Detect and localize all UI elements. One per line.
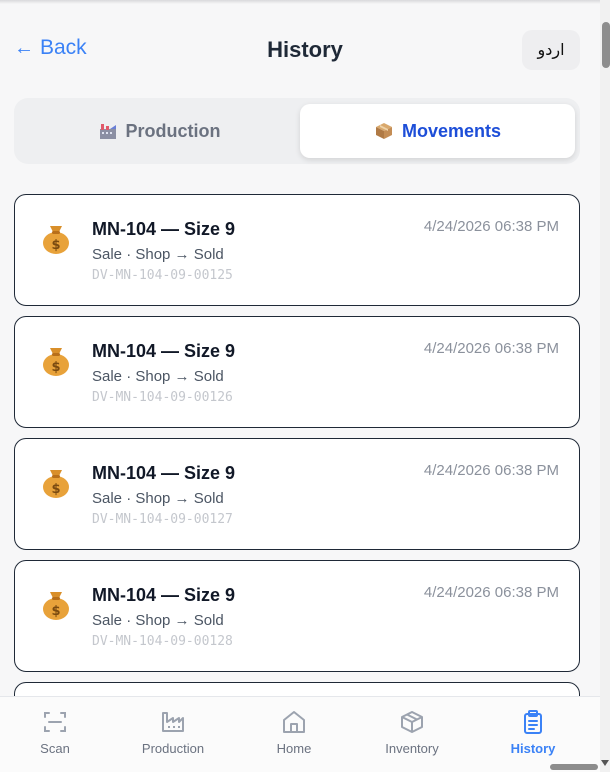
movement-card[interactable]: $ MN-104 — Size 9 Sale · Shop → Sold DV-… [14, 560, 580, 672]
svg-text:$: $ [51, 604, 60, 619]
vertical-scrollbar[interactable] [600, 0, 610, 772]
movement-title: MN-104 — Size 9 [92, 341, 236, 361]
package-icon [375, 123, 392, 139]
bottom-navigation: Scan Production Home Inventory History [0, 696, 600, 772]
money-bag-icon: $ [43, 470, 69, 498]
tab-movements-label: Movements [401, 120, 502, 141]
nav-home-label: Home [276, 741, 312, 756]
movement-time: 4/24/2026 06:38 PM [423, 584, 559, 601]
tab-movements[interactable]: Movements [300, 104, 575, 158]
history-segmented-control: Production Movements [14, 98, 580, 164]
movement-code: DV-MN-104-09-00127 [92, 512, 233, 527]
money-bag-icon: $ [43, 592, 69, 620]
page-title: History [267, 37, 343, 62]
nav-history[interactable]: History [478, 709, 588, 756]
scrollbar-thumb[interactable] [602, 22, 610, 68]
movement-title: MN-104 — Size 9 [92, 585, 236, 605]
nav-scan[interactable]: Scan [0, 709, 110, 756]
movement-time: 4/24/2026 06:38 PM [423, 218, 559, 235]
scroll-down-arrow-icon[interactable] [601, 760, 609, 766]
movement-code: DV-MN-104-09-00128 [92, 634, 233, 649]
scan-icon [44, 712, 66, 732]
nav-history-label: History [510, 741, 556, 756]
nav-home[interactable]: Home [239, 709, 349, 756]
home-icon [283, 711, 305, 733]
movement-title: MN-104 — Size 9 [92, 219, 236, 239]
factory-icon [162, 712, 184, 732]
movement-title: MN-104 — Size 9 [92, 463, 236, 483]
svg-text:$: $ [51, 238, 60, 253]
movement-detail: Sale · Shop → Sold [92, 246, 224, 263]
movement-card[interactable]: $ MN-104 — Size 9 Sale · Shop → Sold DV-… [14, 438, 580, 550]
top-edge [0, 0, 600, 4]
tab-production-label: Production [125, 120, 221, 141]
svg-text:$: $ [51, 482, 60, 497]
nav-inventory-label: Inventory [385, 741, 439, 756]
nav-scan-label: Scan [40, 741, 70, 756]
movement-detail: Sale · Shop → Sold [92, 368, 224, 385]
nav-production[interactable]: Production [118, 709, 228, 756]
clipboard-icon [524, 710, 542, 734]
nav-production-label: Production [141, 741, 205, 756]
movement-detail: Sale · Shop → Sold [92, 612, 224, 629]
factory-icon [99, 124, 116, 139]
box-icon [401, 711, 423, 733]
movement-detail: Sale · Shop → Sold [92, 490, 224, 507]
tab-production[interactable]: Production [20, 104, 298, 158]
money-bag-icon: $ [43, 226, 69, 254]
movements-list: $ MN-104 — Size 9 Sale · Shop → Sold DV-… [14, 194, 580, 698]
movement-time: 4/24/2026 06:38 PM [423, 340, 559, 357]
movement-card[interactable]: $ MN-104 — Size 9 Sale · Shop → Sold DV-… [14, 316, 580, 428]
nav-inventory[interactable]: Inventory [357, 709, 467, 756]
money-bag-icon: $ [43, 348, 69, 376]
movement-code: DV-MN-104-09-00125 [92, 268, 233, 283]
header: ← Back History اردو [0, 22, 600, 78]
movement-card[interactable]: $ MN-104 — Size 9 Sale · Shop → Sold DV-… [14, 194, 580, 306]
movement-time: 4/24/2026 06:38 PM [423, 462, 559, 479]
horizontal-scrollbar-thumb[interactable] [550, 764, 598, 770]
svg-text:$: $ [51, 360, 60, 375]
movement-code: DV-MN-104-09-00126 [92, 390, 233, 405]
language-toggle-button[interactable]: اردو [522, 30, 580, 70]
